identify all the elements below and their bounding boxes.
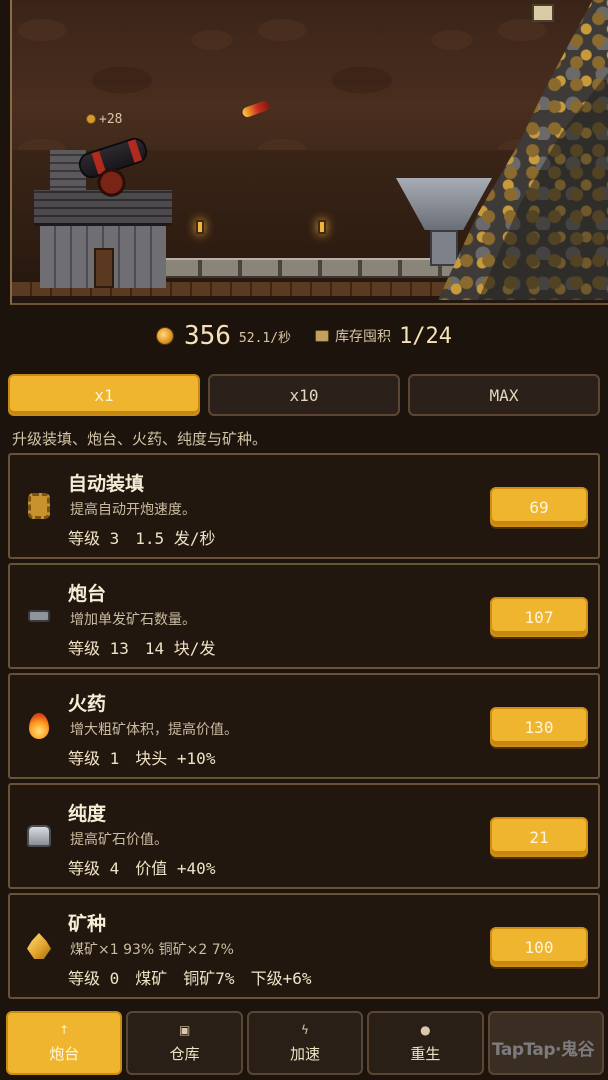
upgrade-title: 炮台 [68, 583, 107, 605]
coin-icon [155, 327, 174, 345]
upgrade-stats: 等级 13 14 块/发 [68, 635, 231, 659]
nav-tab-label: 炮台 [49, 1044, 80, 1063]
upgrade-effect: 煤矿 [135, 969, 168, 988]
cannon-icon [24, 601, 54, 631]
house-roof [34, 190, 172, 226]
upgrade-stats: 等级 3 1.5 发/秒 [68, 525, 231, 549]
multiplier-max-button[interactable]: MAX [408, 374, 600, 416]
upgrade-card-turret: 炮台 增加单发矿石数量。 等级 13 14 块/发 107 [8, 563, 600, 669]
bottom-nav: ↑ 炮台 ▣ 仓库 ϟ 加速 ● 重生 TapTap·鬼谷 [6, 1011, 605, 1075]
upgrade-level: 等级 1 [68, 749, 120, 768]
upgrade-stats: 等级 1 块头 +10% [68, 745, 231, 769]
upgrade-title: 矿种 [68, 913, 107, 935]
nav-tab-speedup[interactable]: ϟ 加速 [246, 1011, 364, 1075]
buy-autoload-button[interactable]: 69 [490, 487, 588, 527]
mine-scene: +28 [10, 0, 608, 305]
nav-tab-turret[interactable]: ↑ 炮台 [6, 1011, 123, 1075]
upgrade-desc: 增大粗矿体积，提高价值。 [70, 722, 238, 738]
upgrade-effect: 铜矿7% [183, 969, 235, 988]
lightning-icon: ϟ [301, 1022, 309, 1037]
upgrade-desc: 提高矿石价值。 [70, 832, 168, 848]
storage-icon [315, 330, 330, 342]
nav-tab-rebirth[interactable]: ● 重生 [367, 1011, 484, 1075]
upgrade-effect: 下级+6% [250, 969, 312, 988]
coin-count: 356 [183, 321, 231, 351]
upgrade-stats: 等级 0 煤矿 铜矿7% 下级+6% [68, 965, 327, 989]
upgrade-level: 等级 4 [68, 859, 120, 878]
coin-gain-popup: +28 [86, 112, 122, 127]
upgrade-title: 纯度 [68, 803, 107, 825]
nav-tab-extra[interactable]: TapTap·鬼谷 [487, 1011, 605, 1075]
upgrade-effect: 14 块/发 [144, 639, 216, 658]
resource-bar: 356 52.1/秒 库存囤积 1/24 [0, 318, 608, 354]
house-door [94, 248, 114, 288]
multiplier-x1-button[interactable]: x1 [8, 374, 200, 416]
coin-gain-text: +28 [99, 112, 123, 127]
storage-label: 库存囤积 [335, 329, 392, 345]
upgrade-card-ore-type: 矿种 煤矿×1 93% 铜矿×2 7% 等级 0 煤矿 铜矿7% 下级+6% 100 [8, 893, 600, 999]
upgrade-stats: 等级 4 价值 +40% [68, 855, 231, 879]
upgrade-hint: 升级装填、炮台、火药、纯度与矿种。 [12, 430, 268, 448]
warehouse-icon: ▣ [178, 1022, 191, 1037]
taptap-watermark: TapTap·鬼谷 [491, 1040, 595, 1060]
hopper-stem [430, 230, 458, 266]
ore-chunk [532, 4, 554, 22]
crystal-icon [24, 931, 54, 961]
upgrade-level: 等级 13 [68, 639, 129, 658]
cannon-band [127, 139, 143, 163]
buy-turret-button[interactable]: 107 [490, 597, 588, 637]
weight-icon [24, 821, 54, 851]
nav-tab-label: 仓库 [169, 1044, 200, 1063]
nav-tab-warehouse[interactable]: ▣ 仓库 [126, 1011, 243, 1075]
upgrade-desc: 煤矿×1 93% 铜矿×2 7% [70, 942, 234, 958]
coin-icon [86, 114, 96, 124]
lantern-icon [196, 220, 204, 234]
lantern-icon [318, 220, 326, 234]
gear-icon [24, 491, 54, 521]
upgrade-desc: 增加单发矿石数量。 [70, 612, 196, 628]
upgrade-level: 等级 3 [68, 529, 120, 548]
arrow-up-icon: ↑ [59, 1022, 70, 1037]
upgrade-effect: 价值 +40% [135, 859, 216, 878]
storage-count: 1/24 [399, 323, 453, 349]
upgrade-effect: 块头 +10% [135, 749, 216, 768]
multiplier-x10-button[interactable]: x10 [208, 374, 400, 416]
upgrade-level: 等级 0 [68, 969, 120, 988]
buy-multiplier-tabs: x1 x10 MAX [8, 374, 600, 416]
upgrade-card-autoload: 自动装填 提高自动开炮速度。 等级 3 1.5 发/秒 69 [8, 453, 600, 559]
upgrade-card-gunpowder: 火药 增大粗矿体积，提高价值。 等级 1 块头 +10% 130 [8, 673, 600, 779]
upgrade-list: 自动装填 提高自动开炮速度。 等级 3 1.5 发/秒 69 炮台 增加单发矿石数… [8, 453, 600, 1003]
upgrade-title: 火药 [68, 693, 107, 715]
gold-nugget-icon: ● [420, 1022, 431, 1037]
upgrade-title: 自动装填 [68, 473, 145, 495]
upgrade-desc: 提高自动开炮速度。 [70, 502, 196, 518]
buy-gunpowder-button[interactable]: 130 [490, 707, 588, 747]
nav-tab-label: 重生 [410, 1044, 441, 1063]
fire-icon [24, 711, 54, 741]
buy-purity-button[interactable]: 21 [490, 817, 588, 857]
stone-house [34, 150, 172, 290]
buy-ore-type-button[interactable]: 100 [490, 927, 588, 967]
nav-tab-label: 加速 [290, 1044, 321, 1063]
upgrade-effect: 1.5 发/秒 [135, 529, 216, 548]
upgrade-card-purity: 纯度 提高矿石价值。 等级 4 价值 +40% 21 [8, 783, 600, 889]
coin-rate: 52.1/秒 [238, 330, 292, 346]
